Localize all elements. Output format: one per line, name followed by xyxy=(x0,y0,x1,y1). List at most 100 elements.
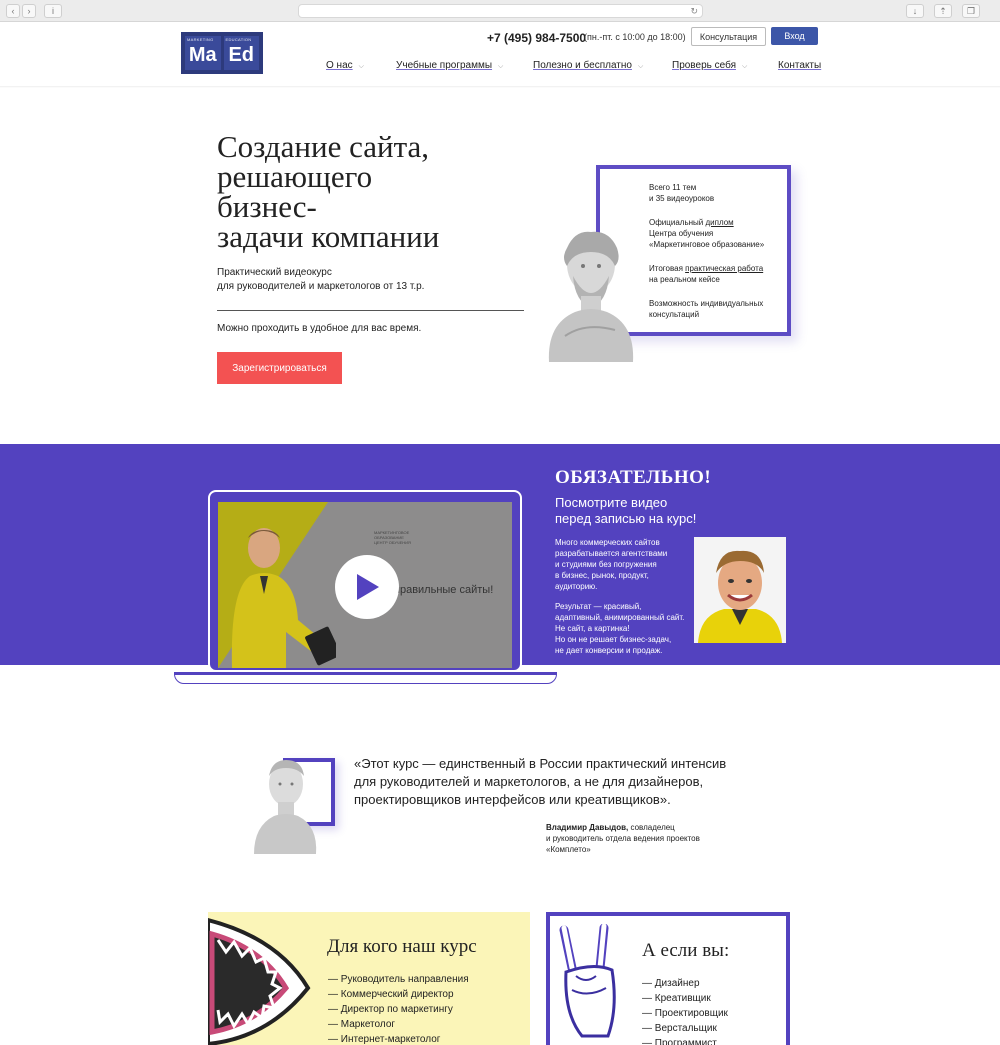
list-item: — Проектировщик xyxy=(642,1008,728,1019)
video-subtitle-line: перед записью на курс! xyxy=(555,511,697,526)
back-icon[interactable]: ‹ xyxy=(6,4,20,18)
feature-text: на реальном кейсе xyxy=(649,275,720,284)
practical-work-link[interactable]: практическая работа xyxy=(685,264,763,273)
logo-right-tile: EDUCATION Ed xyxy=(223,36,259,70)
video-section-title: ОБЯЗАТЕЛЬНО! xyxy=(555,467,712,488)
not-for-card: А если вы: — Дизайнер — Креативщик — Про… xyxy=(546,912,790,1045)
logo-tiny-right: EDUCATION xyxy=(225,37,252,42)
feature-text: консультаций xyxy=(649,310,700,319)
audience-list: — Руководитель направления — Коммерчески… xyxy=(328,972,469,1045)
forward-icon[interactable]: › xyxy=(22,4,36,18)
reload-icon[interactable]: ↻ xyxy=(690,5,698,17)
video-section-paragraph: Много коммерческих сайтов разрабатываетс… xyxy=(555,537,695,592)
register-button[interactable]: Зарегистрироваться xyxy=(217,352,342,384)
not-for-list: — Дизайнер — Креативщик — Проектировщик … xyxy=(642,976,728,1045)
address-bar[interactable]: ↻ xyxy=(298,4,703,18)
nav-item-test[interactable]: Проверь себя ⌵ xyxy=(672,60,747,71)
quote-line: для руководителей и маркетологов, а не д… xyxy=(354,774,704,789)
testimonial-quote: «Этот курс — единственный в России практ… xyxy=(354,755,754,809)
paragraph-line: аудиторию. xyxy=(555,582,598,591)
video-logo: МАРКЕТИНГОВОЕ ОБРАЗОВАНИЕ ЦЕНТР ОБУЧЕНИЯ xyxy=(374,530,411,545)
hero-subtitle: Практический видеокурс для руководителей… xyxy=(217,266,424,294)
feature-text: Центра обучения xyxy=(649,229,714,238)
play-icon xyxy=(357,574,379,600)
logo-left-word: Ma xyxy=(188,44,217,66)
nav-label: Учебные программы xyxy=(396,60,493,71)
nav-item-contacts[interactable]: Контакты xyxy=(778,60,821,71)
hero-title-line: Создание сайта, xyxy=(217,129,430,164)
testimonial-author: Владимир Давыдов, совладелец и руководит… xyxy=(546,822,746,855)
caesar-bust-image xyxy=(254,760,317,854)
author-company: «Комплето» xyxy=(546,845,591,854)
working-hours: (пн.-пт. с 10:00 до 18:00) xyxy=(584,32,686,42)
diploma-link[interactable]: диплом xyxy=(705,218,733,227)
list-item: — Креативщик xyxy=(642,993,711,1004)
list-item: — Коммерческий директор xyxy=(328,989,454,1000)
video-section-subtitle: Посмотрите видео перед записью на курс! xyxy=(555,495,696,527)
hero-anytime-note: Можно проходить в удобное для вас время. xyxy=(217,323,422,334)
feature-item: Итоговая практическая работа на реальном … xyxy=(649,263,789,285)
philosopher-bust-image xyxy=(548,231,634,362)
hero-subtitle-line: для руководителей и маркетологов от 13 т… xyxy=(217,281,425,292)
chevron-down-icon: ⌵ xyxy=(637,63,644,70)
nav-item-programs[interactable]: Учебные программы ⌵ xyxy=(396,60,503,71)
paragraph-line: и студиями без погружения xyxy=(555,560,657,569)
list-item: — Руководитель направления xyxy=(328,974,469,985)
list-item: — Интернет-маркетолог xyxy=(328,1034,441,1045)
info-icon[interactable]: i xyxy=(44,4,62,18)
nav-item-free[interactable]: Полезно и бесплатно ⌵ xyxy=(533,60,643,71)
phone-number[interactable]: +7 (495) 984-7500 xyxy=(487,31,586,45)
author-role: совладелец xyxy=(628,823,675,832)
paragraph-line: Результат — красивый, xyxy=(555,602,642,611)
nav-label: О нас xyxy=(326,60,353,71)
logo-right-word: Ed xyxy=(228,44,255,66)
chevron-down-icon: ⌵ xyxy=(358,63,364,70)
paragraph-line: Но он не решает бизнес-задач, xyxy=(555,635,672,644)
nav-item-about[interactable]: О нас ⌵ xyxy=(326,60,364,71)
feature-text: Возможность индивидуальных xyxy=(649,299,764,308)
header-divider xyxy=(0,86,1000,88)
hero-title-line: задачи компании xyxy=(217,219,440,254)
paragraph-line: не дает конверсии и продаж. xyxy=(555,646,663,655)
play-button[interactable] xyxy=(335,555,399,619)
quote-line: проектировщиков интерфейсов или креативщ… xyxy=(354,792,671,807)
logo-tiny-left: MARKETING xyxy=(187,37,214,42)
logo-left-tile: MARKETING Ma xyxy=(185,36,221,70)
feature-text: Всего 11 тем xyxy=(649,183,697,192)
audience-card: Для кого наш курс — Руководитель направл… xyxy=(208,912,530,1045)
nav-label: Полезно и бесплатно xyxy=(533,60,632,71)
nav-label: Контакты xyxy=(778,60,822,71)
feature-text: Официальный xyxy=(649,218,706,227)
paragraph-line: Много коммерческих сайтов xyxy=(555,538,660,547)
shark-mouth-icon xyxy=(208,918,311,1045)
hero-title-line: бизнес- xyxy=(217,189,317,224)
consultation-button[interactable]: Консультация xyxy=(691,27,766,46)
login-button[interactable]: Вход xyxy=(771,27,818,45)
browser-toolbar: ‹ › i ↻ ↓ ⇡ ❐ xyxy=(0,0,1000,22)
laptop-base-edge xyxy=(174,672,557,675)
paragraph-line: адаптивный, анимированный сайт. xyxy=(555,613,685,622)
author-photo xyxy=(694,537,786,643)
audience-title: Для кого наш курс xyxy=(327,936,477,957)
feature-text: и 35 видеоуроков xyxy=(649,194,715,203)
not-for-title: А если вы: xyxy=(642,940,730,961)
presenter-image xyxy=(231,528,336,668)
hero-title-line: решающего xyxy=(217,159,373,194)
feature-text: Итоговая xyxy=(649,264,686,273)
video-subtitle-line: Посмотрите видео xyxy=(555,495,668,510)
download-icon[interactable]: ↓ xyxy=(906,4,924,18)
hero-divider xyxy=(217,310,524,311)
site-logo[interactable]: MARKETING Ma EDUCATION Ed xyxy=(181,32,263,74)
quote-line: «Этот курс — единственный в России практ… xyxy=(354,756,727,771)
rock-hand-icon xyxy=(559,924,616,1038)
list-item: — Программист xyxy=(642,1038,717,1045)
paragraph-line: Не сайт, а картинка! xyxy=(555,624,630,633)
list-item: — Маркетолог xyxy=(328,1019,396,1030)
share-icon[interactable]: ⇡ xyxy=(934,4,952,18)
features-list: Всего 11 тем и 35 видеоуроков Официальный… xyxy=(649,182,789,333)
author-name: Владимир Давыдов, xyxy=(546,823,629,832)
paragraph-line: разрабатывается агентствами xyxy=(555,549,668,558)
tabs-icon[interactable]: ❐ xyxy=(962,4,980,18)
video-caption: правильные сайты! xyxy=(394,584,494,596)
chevron-down-icon: ⌵ xyxy=(742,63,748,70)
